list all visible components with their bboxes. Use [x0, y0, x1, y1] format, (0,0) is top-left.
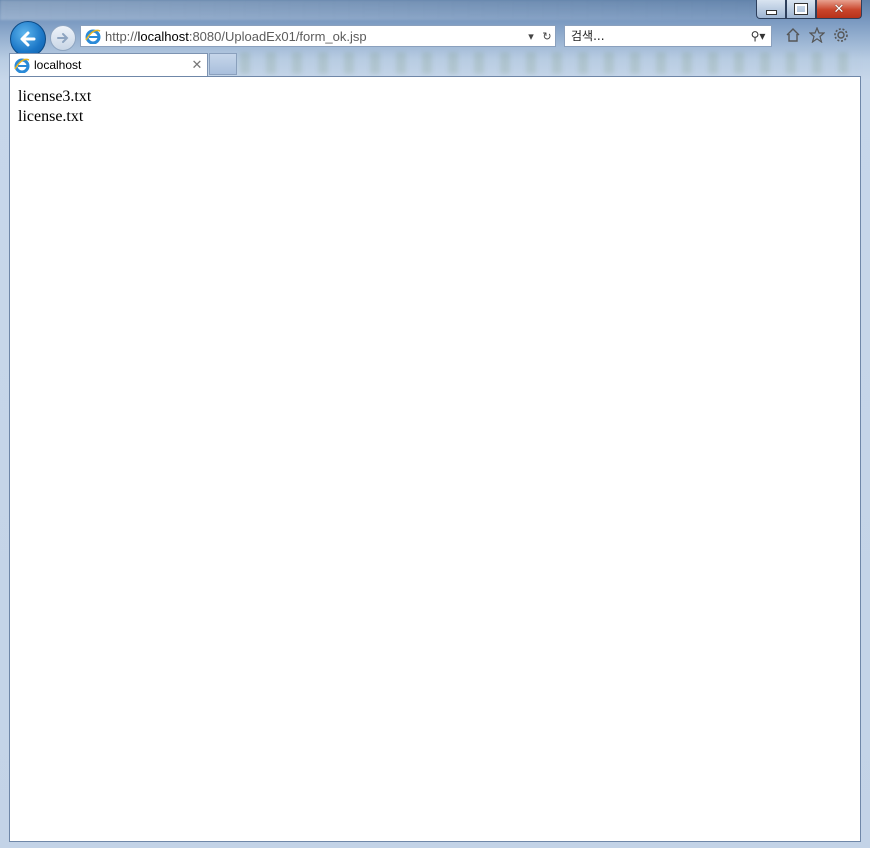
address-bar[interactable]: http://localhost:8080/UploadEx01/form_ok…	[80, 25, 556, 47]
ie-logo-icon	[85, 28, 101, 45]
forward-button[interactable]	[50, 25, 76, 51]
browser-window: ✕ http://localhost:8080/UploadEx01/form_…	[0, 0, 870, 848]
tab-localhost[interactable]: localhost ✕	[9, 53, 208, 76]
close-window-button[interactable]: ✕	[816, 0, 862, 19]
minimize-button[interactable]	[756, 0, 786, 19]
maximize-icon	[794, 3, 808, 15]
minimize-icon	[765, 9, 777, 15]
arrow-right-icon	[57, 33, 69, 43]
tab-label: localhost	[34, 58, 82, 72]
file-name: license3.txt	[18, 88, 92, 105]
search-box: ⚲▾	[564, 25, 772, 47]
close-icon: ✕	[833, 1, 845, 17]
home-icon[interactable]	[784, 26, 802, 44]
search-icon[interactable]: ⚲▾	[745, 29, 771, 43]
address-dropdown-icon[interactable]: ▾	[523, 30, 539, 43]
page-content: license3.txt license.txt	[9, 76, 861, 842]
tab-favicon-icon	[14, 57, 30, 74]
new-tab-button[interactable]	[209, 53, 237, 75]
back-button[interactable]	[10, 21, 46, 57]
command-bar	[240, 52, 860, 74]
title-bar	[0, 0, 760, 20]
settings-gear-icon[interactable]	[832, 26, 850, 44]
tab-close-icon[interactable]: ✕	[187, 58, 207, 73]
refresh-icon[interactable]: ↻	[539, 30, 555, 43]
arrow-left-icon	[20, 31, 36, 47]
url-text: http://localhost:8080/UploadEx01/form_ok…	[105, 28, 367, 44]
favorites-star-icon[interactable]	[808, 26, 826, 44]
maximize-button[interactable]	[786, 0, 816, 19]
search-input[interactable]	[565, 28, 745, 44]
file-name: license.txt	[18, 108, 84, 125]
window-controls: ✕	[756, 0, 862, 19]
toolbar-icons	[784, 26, 850, 44]
